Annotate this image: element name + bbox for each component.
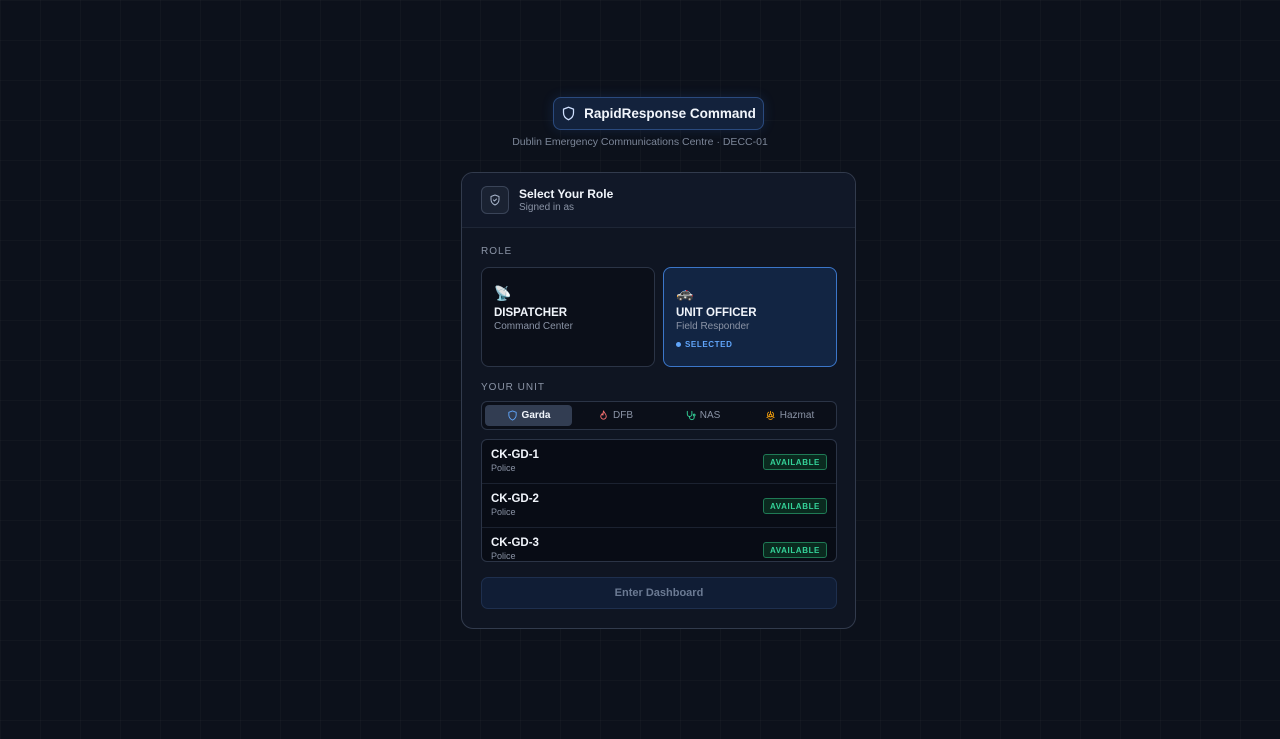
role-card-dispatcher[interactable]: 📡 DISPATCHER Command Center (481, 267, 655, 367)
card-title: Select Your Role (519, 187, 614, 201)
satellite-dish-icon: 📡 (494, 285, 512, 301)
unit-row[interactable]: CK-GD-3 Police AVAILABLE (482, 528, 836, 561)
tab-label: NAS (699, 410, 721, 421)
selected-indicator: SELECTED (676, 340, 824, 349)
shield-icon (507, 410, 517, 421)
selected-label: SELECTED (685, 340, 733, 349)
tab-garda[interactable]: Garda (485, 405, 572, 426)
unit-type-tabs: Garda DFB NAS Hazmat (481, 401, 837, 430)
unit-list[interactable]: CK-GD-1 Police AVAILABLE CK-GD-2 Police … (481, 439, 837, 562)
app-title: RapidResponse Command (584, 106, 756, 121)
brand-badge: RapidResponse Command (553, 97, 764, 130)
role-name: UNIT OFFICER (676, 307, 757, 319)
signed-in-text: Signed in as (519, 202, 575, 213)
tab-hazmat[interactable]: Hazmat (746, 405, 833, 426)
tab-label: Garda (521, 410, 551, 421)
tab-dfb[interactable]: DFB (572, 405, 659, 426)
flame-icon (600, 410, 607, 420)
shield-icon (562, 106, 575, 121)
role-description: Command Center (494, 321, 573, 332)
role-section-label: ROLE (481, 246, 513, 257)
status-badge: AVAILABLE (763, 454, 827, 470)
enter-dashboard-button[interactable]: Enter Dashboard (481, 577, 837, 609)
role-card-unit-officer[interactable]: 🚓 UNIT OFFICER Field Responder SELECTED (663, 267, 837, 367)
role-name: DISPATCHER (494, 307, 568, 319)
role-description: Field Responder (676, 321, 750, 332)
card-header: Select Your Role Signed in as (462, 173, 855, 228)
stethoscope-icon (686, 410, 696, 421)
police-car-icon: 🚓 (676, 285, 694, 301)
tab-label: DFB (613, 410, 633, 421)
selected-dot (676, 342, 681, 347)
app-subtitle: Dublin Emergency Communications Centre ·… (512, 136, 768, 148)
unit-row[interactable]: CK-GD-1 Police AVAILABLE (482, 440, 836, 484)
status-badge: AVAILABLE (763, 498, 827, 514)
biohazard-icon (766, 410, 775, 420)
tab-nas[interactable]: NAS (659, 405, 746, 426)
shield-check-icon (481, 186, 509, 214)
status-badge: AVAILABLE (763, 542, 827, 558)
tab-label: Hazmat (779, 410, 815, 421)
unit-section-label: YOUR UNIT (481, 382, 545, 393)
role-selection-card: Select Your Role Signed in as ROLE 📡 DIS… (461, 172, 856, 629)
unit-row[interactable]: CK-GD-2 Police AVAILABLE (482, 484, 836, 528)
